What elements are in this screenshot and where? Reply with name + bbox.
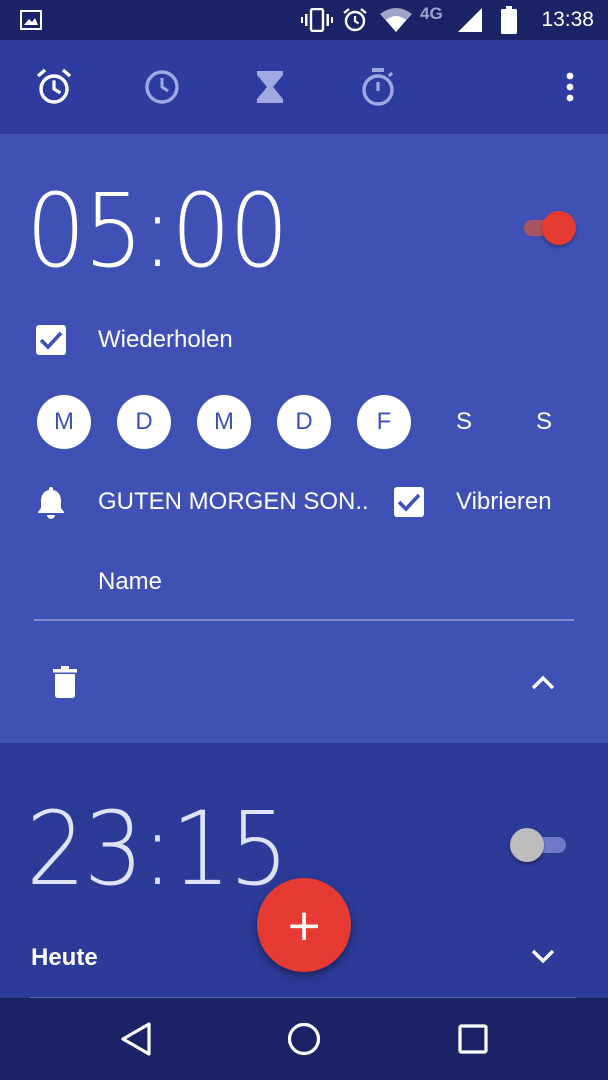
weekday-toggle[interactable]: D <box>117 395 171 449</box>
tab-bar <box>0 40 608 134</box>
back-button[interactable] <box>111 1014 161 1064</box>
ringtone-label[interactable]: GUTEN MORGEN SON.. <box>98 488 369 516</box>
alarm-time[interactable]: 23:15 <box>26 799 289 902</box>
signal-icon <box>456 0 484 40</box>
home-circle-icon <box>287 1022 321 1056</box>
chevron-up-icon <box>531 675 555 690</box>
vibrate-checkbox[interactable] <box>394 487 424 517</box>
overflow-menu-button[interactable] <box>550 67 590 107</box>
tab-timer[interactable] <box>245 62 295 112</box>
check-icon <box>39 331 63 350</box>
delete-button[interactable] <box>50 664 80 700</box>
tab-alarm[interactable] <box>29 62 79 112</box>
weekday-toggle[interactable]: M <box>197 395 251 449</box>
tab-stopwatch[interactable] <box>353 62 403 112</box>
alarm-toggle-off[interactable] <box>508 828 566 862</box>
navigation-bar <box>0 998 608 1080</box>
expand-button[interactable] <box>528 943 558 971</box>
alarm-card-expanded[interactable]: 05:00 Wiederholen MDMDFSS GUTEN MORGEN S… <box>0 134 608 743</box>
weekday-toggle[interactable]: D <box>277 395 331 449</box>
vibrate-label[interactable]: Vibrieren <box>456 488 552 516</box>
battery-icon <box>498 0 520 40</box>
alarm-icon <box>340 0 370 40</box>
status-bar: 4G 13:38 <box>0 0 608 40</box>
check-icon <box>397 493 421 512</box>
weekday-toggle[interactable]: S <box>517 395 571 449</box>
chevron-down-icon <box>531 949 555 964</box>
image-icon <box>18 0 44 40</box>
alarm-name-field[interactable]: Name <box>98 568 162 596</box>
weekday-toggle[interactable]: F <box>357 395 411 449</box>
repeat-checkbox[interactable] <box>36 325 66 355</box>
alarm-clock-icon <box>36 68 72 104</box>
plus-icon: + <box>285 899 323 951</box>
weekday-toggle[interactable]: M <box>37 395 91 449</box>
trash-icon <box>53 666 77 698</box>
clock-icon <box>145 70 179 104</box>
back-triangle-icon <box>121 1022 151 1056</box>
alarm-time[interactable]: 05:00 <box>26 181 289 284</box>
alarm-toggle-on[interactable] <box>520 211 576 245</box>
bell-icon[interactable] <box>34 484 68 520</box>
home-button[interactable] <box>279 1014 329 1064</box>
clock-app: 4G 13:38 05:00 Wiederholen M D M D F S S… <box>0 0 608 1080</box>
add-alarm-button[interactable]: + <box>257 878 351 972</box>
status-time: 13:38 <box>541 8 594 31</box>
repeat-label[interactable]: Wiederholen <box>98 326 233 354</box>
vibrate-icon <box>300 0 334 40</box>
recents-square-icon <box>458 1024 488 1054</box>
wifi-icon <box>378 0 414 40</box>
name-field-underline <box>34 619 574 621</box>
more-vert-icon <box>566 72 574 102</box>
tab-clock[interactable] <box>137 62 187 112</box>
alarm-subtitle: Heute <box>31 944 98 971</box>
stopwatch-icon <box>362 68 394 106</box>
collapse-button[interactable] <box>528 668 558 696</box>
hourglass-icon <box>257 71 283 103</box>
weekday-toggle[interactable]: S <box>437 395 491 449</box>
recents-button[interactable] <box>448 1014 498 1064</box>
network-type-label: 4G <box>420 4 443 23</box>
